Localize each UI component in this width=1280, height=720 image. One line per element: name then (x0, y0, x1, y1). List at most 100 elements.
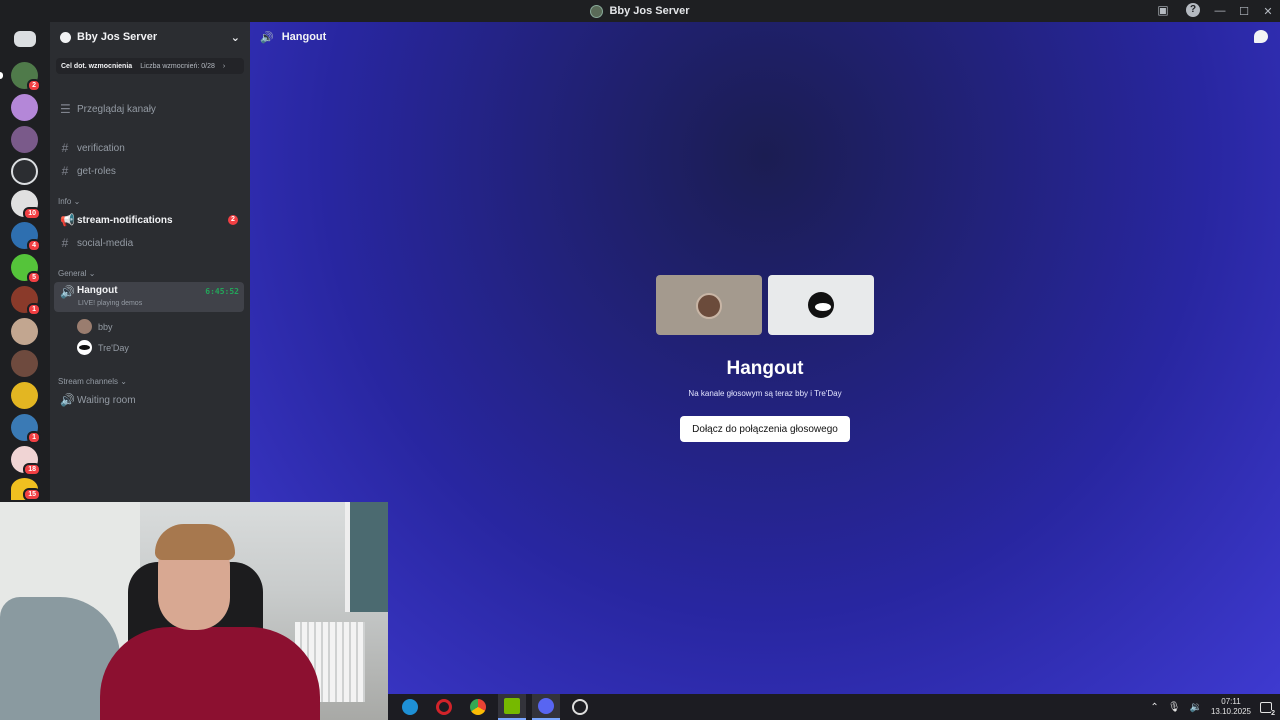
channel-header-title: Hangout (281, 31, 327, 43)
server-badge: 5 (27, 271, 41, 284)
category-info[interactable]: Info ⌄ (58, 197, 80, 206)
channel-get-roles[interactable]: # get-roles (54, 161, 244, 181)
category-general[interactable]: General ⌄ (58, 269, 95, 278)
inbox-icon[interactable]: ▣ (1156, 3, 1170, 17)
title-bar: Bby Jos Server ▣ ? — ☐ ✕ (0, 0, 1280, 22)
maximize-button[interactable]: ☐ (1232, 5, 1256, 18)
megaphone-icon: 📢 (60, 213, 75, 227)
server-icon[interactable]: 1 (11, 414, 41, 444)
hash-icon: # (61, 236, 69, 250)
channel-label: social-media (77, 237, 134, 249)
voice-user-name: Tre'Day (98, 342, 129, 353)
clock[interactable]: 07:11 13.10.2025 (1211, 697, 1251, 717)
category-stream-channels[interactable]: Stream channels ⌄ (58, 377, 127, 386)
browse-channels[interactable]: ☰ Przeglądaj kanały (54, 99, 244, 119)
channel-label: get-roles (77, 165, 116, 177)
chrome-icon[interactable] (464, 694, 492, 720)
chat-icon[interactable] (1254, 30, 1268, 43)
server-badge: 18 (23, 463, 41, 476)
discord-home-icon[interactable] (14, 31, 36, 47)
hash-icon: # (61, 164, 69, 178)
browse-channels-label: Przeglądaj kanały (77, 103, 156, 115)
category-label: Stream channels (58, 377, 119, 386)
speaker-icon: 🔊 (260, 31, 274, 44)
discord-icon[interactable] (532, 694, 560, 720)
server-icon[interactable]: 18 (11, 446, 41, 476)
clock-date: 13.10.2025 (1210, 707, 1251, 716)
server-icon[interactable]: 4 (11, 222, 41, 252)
webcam-overlay (0, 502, 388, 720)
help-icon[interactable]: ? (1186, 3, 1200, 17)
close-button[interactable]: ✕ (1256, 5, 1280, 18)
window-title-text: Bby Jos Server (609, 5, 690, 17)
boost-count: Liczba wzmocnień: 0/28 (140, 62, 215, 70)
server-badge: 1 (27, 431, 41, 444)
category-label: General (58, 269, 87, 278)
server-badge: 2 (27, 79, 41, 92)
avatar (808, 292, 834, 318)
server-badge: 15 (23, 488, 41, 501)
list-icon: ☰ (60, 102, 71, 116)
server-name: Bby Jos Server (77, 31, 158, 43)
voice-user-name: bby (98, 321, 113, 332)
server-badge: 4 (27, 239, 41, 252)
server-icon[interactable]: 15 (11, 478, 41, 501)
server-icon[interactable]: 1 (11, 286, 41, 316)
server-list: 2 10 4 5 1 1 18 15 (0, 22, 50, 502)
join-voice-button[interactable]: Dołącz do połączenia głosowego (680, 416, 850, 442)
window-title: Bby Jos Server (590, 4, 690, 18)
avatar (77, 340, 92, 355)
hash-icon: # (61, 141, 69, 155)
voice-user[interactable]: Tre'Day (77, 340, 129, 355)
chevron-down-icon: ⌄ (230, 31, 240, 44)
voice-timer: 6:45:52 (205, 287, 239, 296)
nvidia-icon[interactable] (498, 694, 526, 720)
server-icon[interactable] (11, 158, 38, 185)
boost-goal-bar[interactable]: Cel dot. wzmocnienia Liczba wzmocnień: 0… (56, 58, 244, 74)
speaker-icon: 🔊 (60, 393, 75, 407)
edge-icon[interactable] (396, 694, 424, 720)
unread-badge: 2 (228, 215, 238, 225)
voice-channel-title: Hangout (726, 358, 804, 379)
channel-label: verification (77, 142, 125, 154)
channel-waiting-room[interactable]: 🔊 Waiting room (54, 390, 244, 410)
server-icon[interactable] (11, 318, 38, 345)
server-settings-icon (60, 31, 71, 43)
speaker-icon: 🔊 (60, 285, 75, 299)
channel-verification[interactable]: # verification (54, 138, 244, 158)
avatar (77, 319, 92, 334)
notification-icon[interactable]: 2 (1260, 701, 1275, 717)
server-icon[interactable] (11, 94, 38, 121)
channel-social-media[interactable]: # social-media (54, 233, 244, 253)
channel-label: Waiting room (77, 394, 136, 406)
server-icon[interactable]: 5 (11, 254, 41, 284)
channel-hangout[interactable]: 🔊 Hangout 6:45:52 LIVE! playing demos (54, 282, 244, 312)
channel-stream-notifications[interactable]: 📢 stream-notifications 2 (54, 210, 244, 230)
channel-label: Hangout (77, 285, 118, 296)
voice-user[interactable]: bby (77, 319, 113, 334)
server-icon[interactable] (11, 350, 38, 377)
channel-sidebar: Bby Jos Server ⌄ Cel dot. wzmocnienia Li… (50, 22, 250, 502)
microphone-icon[interactable]: 🎙 (1168, 702, 1181, 713)
chevron-up-icon[interactable]: ⌃ (1150, 702, 1158, 713)
clock-time: 07:11 (1221, 697, 1241, 706)
participant-tile[interactable] (768, 275, 874, 335)
participant-tile[interactable] (656, 275, 762, 335)
volume-icon[interactable]: 🔉 (1190, 702, 1202, 713)
channel-header: 🔊 Hangout (250, 22, 1280, 52)
server-icon[interactable] (11, 382, 38, 409)
category-label: Info (58, 197, 72, 206)
obs-icon[interactable] (566, 694, 594, 720)
chevron-right-icon: › (222, 62, 226, 70)
avatar (696, 293, 722, 319)
boost-goal-label: Cel dot. wzmocnienia (61, 62, 133, 70)
server-header[interactable]: Bby Jos Server ⌄ (50, 22, 250, 52)
server-icon[interactable]: 2 (0, 62, 41, 92)
server-badge: 1 (27, 303, 41, 316)
opera-icon[interactable] (430, 694, 458, 720)
server-icon (590, 4, 604, 18)
minimize-button[interactable]: — (1208, 5, 1232, 17)
server-icon[interactable]: 10 (11, 190, 41, 220)
server-icon[interactable] (11, 126, 38, 153)
taskbar: ⌃ 🎙 🔉 07:11 13.10.2025 2 (388, 694, 1280, 720)
